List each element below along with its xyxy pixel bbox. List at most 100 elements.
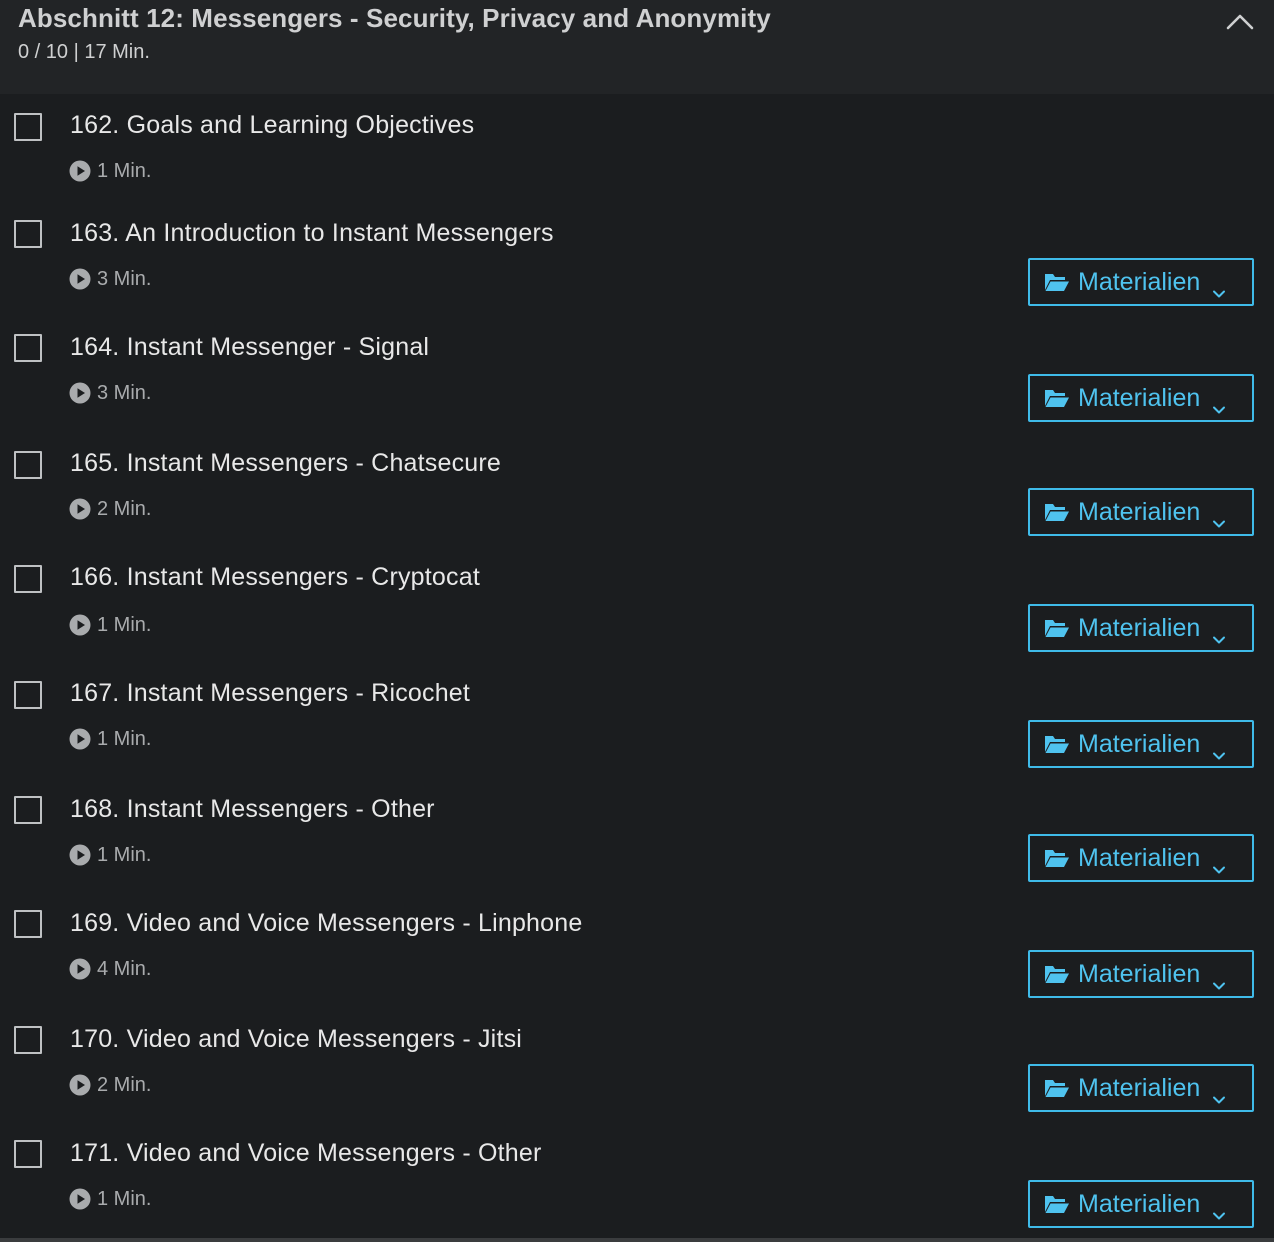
folder-open-icon [1044,617,1070,639]
resources-label: Materialien [1078,1073,1201,1102]
lecture-row[interactable]: 162. Goals and Learning Objectives 1 Min. [0,94,1274,208]
resources-dropdown-button[interactable]: Materialien [1028,488,1254,536]
collapse-section-button[interactable] [1222,4,1258,34]
lecture-title[interactable]: 170. Video and Voice Messengers - Jitsi [70,1025,522,1054]
play-icon [69,160,91,182]
lecture-duration: 2 Min. [69,497,151,521]
resources-label: Materialien [1078,729,1201,758]
duration-text: 1 Min. [97,843,152,866]
lecture-duration: 1 Min. [69,159,151,183]
lecture-complete-checkbox[interactable] [14,1026,42,1054]
lecture-complete-checkbox[interactable] [14,1140,42,1168]
chevron-down-icon [1212,277,1226,298]
resources-dropdown-button[interactable]: Materialien [1028,1064,1254,1112]
lecture-title[interactable]: 169. Video and Voice Messengers - Linpho… [70,909,582,938]
lecture-row[interactable]: 169. Video and Voice Messengers - Linpho… [0,892,1274,1006]
duration-text: 1 Min. [97,1187,152,1210]
resources-dropdown-button[interactable]: Materialien [1028,720,1254,768]
lecture-title[interactable]: 163. An Introduction to Instant Messenge… [70,219,554,248]
lecture-duration: 1 Min. [69,727,151,751]
duration-text: 1 Min. [97,159,152,182]
lecture-title[interactable]: 162. Goals and Learning Objectives [70,111,474,140]
section-progress-meta: 0 / 10 | 17 Min. [18,41,150,63]
lecture-row[interactable]: 167. Instant Messengers - Ricochet 1 Min.… [0,662,1274,776]
play-icon [69,382,91,404]
section-title: Abschnitt 12: Messengers - Security, Pri… [18,3,771,33]
section-header[interactable]: Abschnitt 12: Messengers - Security, Pri… [0,0,1274,94]
lecture-duration: 1 Min. [69,843,151,867]
chevron-down-icon [1212,853,1226,874]
lecture-row[interactable]: 166. Instant Messengers - Cryptocat 1 Min… [0,546,1274,660]
play-icon [69,268,91,290]
folder-open-icon [1044,1077,1070,1099]
lecture-duration: 3 Min. [69,381,151,405]
lecture-complete-checkbox[interactable] [14,565,42,593]
chevron-down-icon [1212,507,1226,528]
lecture-complete-checkbox[interactable] [14,681,42,709]
duration-text: 2 Min. [97,497,152,520]
lecture-title[interactable]: 165. Instant Messengers - Chatsecure [70,449,501,478]
lecture-duration: 1 Min. [69,1187,151,1211]
resources-dropdown-button[interactable]: Materialien [1028,834,1254,882]
folder-open-icon [1044,733,1070,755]
lecture-row[interactable]: 164. Instant Messenger - Signal 3 Min. Mat… [0,316,1274,430]
resources-dropdown-button[interactable]: Materialien [1028,374,1254,422]
chevron-down-icon [1212,969,1226,990]
chevron-down-icon [1212,1199,1226,1220]
play-icon [69,1074,91,1096]
chevron-down-icon [1212,623,1226,644]
lecture-duration: 2 Min. [69,1073,151,1097]
resources-label: Materialien [1078,497,1201,526]
lecture-complete-checkbox[interactable] [14,334,42,362]
resources-label: Materialien [1078,613,1201,642]
lecture-row[interactable]: 168. Instant Messengers - Other 1 Min. Mat… [0,778,1274,892]
lecture-row[interactable]: 171. Video and Voice Messengers - Other 1… [0,1122,1274,1236]
lecture-duration: 4 Min. [69,957,151,981]
chevron-down-icon [1212,393,1226,414]
lecture-complete-checkbox[interactable] [14,451,42,479]
lecture-row[interactable]: 163. An Introduction to Instant Messenge… [0,202,1274,316]
lecture-duration: 1 Min. [69,613,151,637]
play-icon [69,728,91,750]
play-icon [69,498,91,520]
folder-open-icon [1044,271,1070,293]
chevron-down-icon [1212,739,1226,760]
chevron-up-icon [1226,14,1254,30]
play-icon [69,614,91,636]
lecture-title[interactable]: 171. Video and Voice Messengers - Other [70,1139,542,1168]
play-icon [69,958,91,980]
play-icon [69,1188,91,1210]
folder-open-icon [1044,1193,1070,1215]
resources-label: Materialien [1078,383,1201,412]
course-content-page: Abschnitt 12: Messengers - Security, Pri… [0,0,1274,1242]
resources-dropdown-button[interactable]: Materialien [1028,604,1254,652]
lecture-complete-checkbox[interactable] [14,910,42,938]
lecture-title[interactable]: 168. Instant Messengers - Other [70,795,435,824]
lecture-title[interactable]: 167. Instant Messengers - Ricochet [70,679,470,708]
resources-dropdown-button[interactable]: Materialien [1028,258,1254,306]
resources-dropdown-button[interactable]: Materialien [1028,950,1254,998]
divider [0,1238,1274,1242]
duration-text: 1 Min. [97,727,152,750]
folder-open-icon [1044,847,1070,869]
duration-text: 3 Min. [97,267,152,290]
lecture-title[interactable]: 166. Instant Messengers - Cryptocat [70,563,480,592]
lecture-complete-checkbox[interactable] [14,113,42,141]
lecture-complete-checkbox[interactable] [14,796,42,824]
lecture-row[interactable]: 170. Video and Voice Messengers - Jitsi 2… [0,1008,1274,1122]
lecture-complete-checkbox[interactable] [14,220,42,248]
lecture-duration: 3 Min. [69,267,151,291]
folder-open-icon [1044,501,1070,523]
duration-text: 3 Min. [97,381,152,404]
resources-label: Materialien [1078,959,1201,988]
resources-label: Materialien [1078,1189,1201,1218]
lecture-title[interactable]: 164. Instant Messenger - Signal [70,333,429,362]
duration-text: 4 Min. [97,957,152,980]
resources-dropdown-button[interactable]: Materialien [1028,1180,1254,1228]
resources-label: Materialien [1078,843,1201,872]
duration-text: 1 Min. [97,613,152,636]
resources-label: Materialien [1078,267,1201,296]
chevron-down-icon [1212,1083,1226,1104]
lecture-row[interactable]: 165. Instant Messengers - Chatsecure 2 Mi… [0,432,1274,546]
duration-text: 2 Min. [97,1073,152,1096]
